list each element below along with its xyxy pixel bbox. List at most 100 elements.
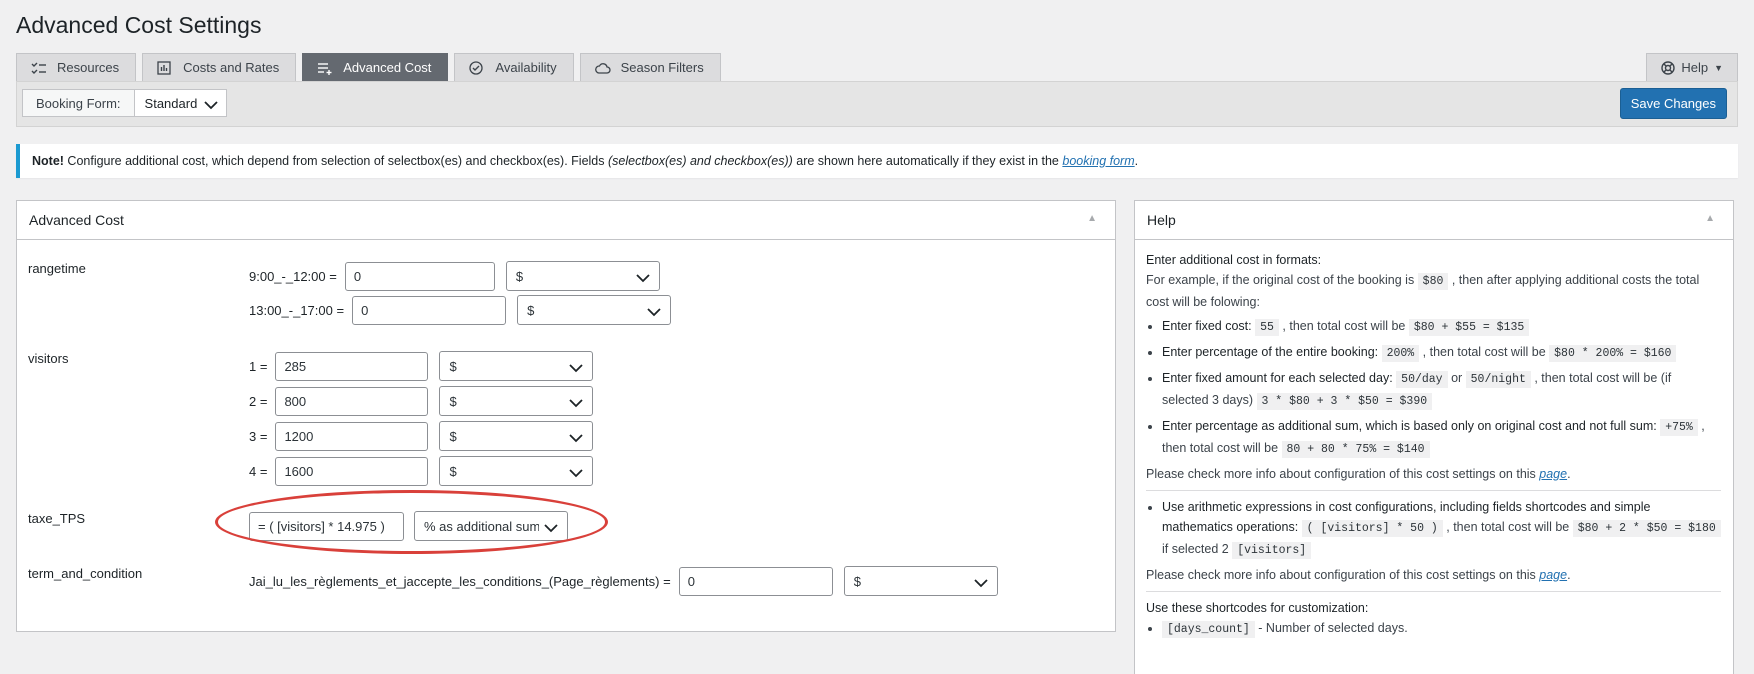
help-text: - Number of selected days.	[1254, 621, 1408, 635]
collapse-toggle-icon[interactable]: ▲	[1087, 213, 1097, 224]
help-text: Enter percentage of the entire booking:	[1162, 345, 1382, 359]
booking-form-control: Booking Form: Standard	[22, 89, 227, 117]
cost-input[interactable]: 800	[275, 386, 429, 416]
chevron-down-icon	[647, 305, 661, 320]
collapse-toggle-icon[interactable]: ▲	[1705, 213, 1715, 224]
row-label: 3 =	[249, 428, 268, 444]
cloud-icon	[594, 61, 611, 75]
help-text: Enter percentage as additional sum, whic…	[1162, 419, 1661, 433]
tab-costs-and-rates[interactable]: Costs and Rates	[142, 53, 297, 81]
unit-value: % as additional sum	[424, 518, 539, 534]
help-code: [visitors]	[1232, 542, 1312, 559]
divider	[1146, 591, 1721, 592]
page-link[interactable]: page	[1539, 467, 1567, 481]
row-label: Jai_lu_les_règlements_et_jaccepte_les_co…	[249, 573, 671, 589]
help-code: $80 * 200% = $160	[1549, 345, 1677, 362]
section-label-terms: term_and_condition	[28, 566, 143, 581]
row-label: 13:00_-_17:00 =	[249, 302, 345, 318]
unit-select[interactable]: $	[505, 261, 660, 291]
tab-season-filters[interactable]: Season Filters	[579, 53, 721, 81]
section-label-taxe: taxe_TPS	[28, 511, 86, 526]
tab-label: Advanced Cost	[343, 60, 432, 75]
unit-select[interactable]: $	[439, 351, 594, 381]
booking-form-select[interactable]: Standard	[134, 90, 226, 116]
visitors-row: 2 = 800 $	[249, 386, 594, 416]
tab-label: Season Filters	[620, 60, 704, 75]
booking-form-link[interactable]: booking form	[1062, 154, 1134, 168]
unit-select[interactable]: $	[439, 421, 594, 451]
tab-resources[interactable]: Resources	[16, 53, 137, 81]
help-dropdown[interactable]: Help ▼	[1646, 53, 1738, 81]
cost-input[interactable]: 0	[344, 261, 495, 291]
help-more-info: Please check more info about configurati…	[1146, 467, 1571, 481]
help-text: , then total cost will be	[1278, 319, 1409, 333]
section-label-visitors: visitors	[28, 351, 69, 366]
help-intro: For example, if the original cost of the…	[1146, 270, 1721, 312]
cost-input[interactable]: 0	[352, 295, 507, 325]
lifebuoy-icon	[1661, 60, 1676, 75]
chevron-down-icon	[569, 396, 584, 411]
help-code: +75%	[1660, 419, 1698, 436]
save-changes-button[interactable]: Save Changes	[1619, 88, 1727, 119]
list-item: Enter percentage as additional sum, whic…	[1162, 416, 1721, 460]
formula-input[interactable]: = ( [visitors] * 14.975 )	[249, 511, 404, 541]
help-code: 50/night	[1465, 371, 1531, 388]
cost-input[interactable]: 0	[678, 566, 833, 596]
cost-input[interactable]: 1200	[275, 421, 429, 451]
help-content: Enter additional cost in formats: For ex…	[1135, 240, 1733, 640]
help-arith-list: Use arithmetic expressions in cost confi…	[1146, 497, 1721, 561]
help-code: 3 * $80 + 3 * $50 = $390	[1256, 393, 1433, 410]
chevron-down-icon	[569, 361, 584, 376]
visitors-row: 1 = 285 $	[249, 351, 594, 381]
help-code: $80	[1417, 273, 1449, 290]
terms-row: Jai_lu_les_règlements_et_jaccepte_les_co…	[249, 566, 998, 596]
help-panel: Help ▲ Enter additional cost in formats:…	[1134, 200, 1734, 674]
help-tab-label: Help	[1681, 60, 1709, 75]
row-label: 4 =	[249, 463, 268, 479]
list-item: [days_count] - Number of selected days.	[1162, 618, 1721, 640]
notice-italic: (selectbox(es) and checkbox(es))	[607, 154, 793, 168]
row-label: 1 =	[249, 358, 268, 374]
help-panel-header[interactable]: Help ▲	[1135, 201, 1733, 240]
advanced-cost-header[interactable]: Advanced Cost ▲	[17, 201, 1115, 240]
help-text: if selected 2	[1162, 542, 1233, 556]
help-code: [days_count]	[1162, 621, 1255, 638]
list-item: Enter fixed cost: 55 , then total cost w…	[1162, 316, 1721, 338]
rangetime-row: 13:00_-_17:00 = 0 $	[249, 295, 672, 325]
unit-select[interactable]: $	[439, 386, 594, 416]
notice-end: .	[1134, 154, 1139, 168]
help-text: For example, if the original cost of the…	[1146, 273, 1418, 287]
help-code: 50/day	[1396, 371, 1448, 388]
page-link[interactable]: page	[1539, 568, 1567, 582]
visitors-row: 4 = 1600 $	[249, 456, 594, 486]
panel-title: Help	[1147, 212, 1176, 228]
unit-value: $	[449, 358, 457, 374]
help-more-info-2: Please check more info about configurati…	[1146, 568, 1571, 582]
tab-label: Resources	[57, 60, 120, 75]
tab-advanced-cost[interactable]: Advanced Cost	[302, 53, 449, 81]
section-label-rangetime: rangetime	[28, 261, 86, 276]
help-text: Please check more info about configurati…	[1146, 467, 1540, 481]
help-code: 200%	[1381, 345, 1420, 362]
unit-select[interactable]: $	[439, 456, 594, 486]
toolbar: Booking Form: Standard Save Changes	[16, 81, 1738, 127]
chevron-down-icon	[544, 521, 558, 536]
unit-select[interactable]: % as additional sum	[414, 511, 568, 541]
unit-select[interactable]: $	[517, 295, 672, 325]
chevron-down-icon	[569, 431, 584, 446]
help-code: $80 + $55 = $135	[1408, 319, 1530, 336]
unit-select[interactable]: $	[843, 566, 998, 596]
help-text: Please check more info about configurati…	[1146, 568, 1540, 582]
help-code: $80 + 2 * $50 = $180	[1572, 520, 1721, 537]
notice-banner: Note! Configure additional cost, which d…	[16, 144, 1738, 178]
unit-value: $	[449, 428, 457, 444]
shortcodes-title: Use these shortcodes for customization:	[1146, 601, 1369, 615]
cost-input[interactable]: 1600	[275, 456, 429, 486]
tab-bar: Resources Costs and Rates Advanced Cost …	[16, 53, 721, 81]
cost-input[interactable]: 285	[275, 351, 429, 381]
notice-prefix: Note!	[32, 154, 64, 168]
chevron-down-icon	[974, 576, 988, 591]
booking-form-value: Standard	[144, 95, 198, 111]
tab-availability[interactable]: Availability	[454, 53, 574, 81]
unit-value: $	[853, 573, 861, 589]
